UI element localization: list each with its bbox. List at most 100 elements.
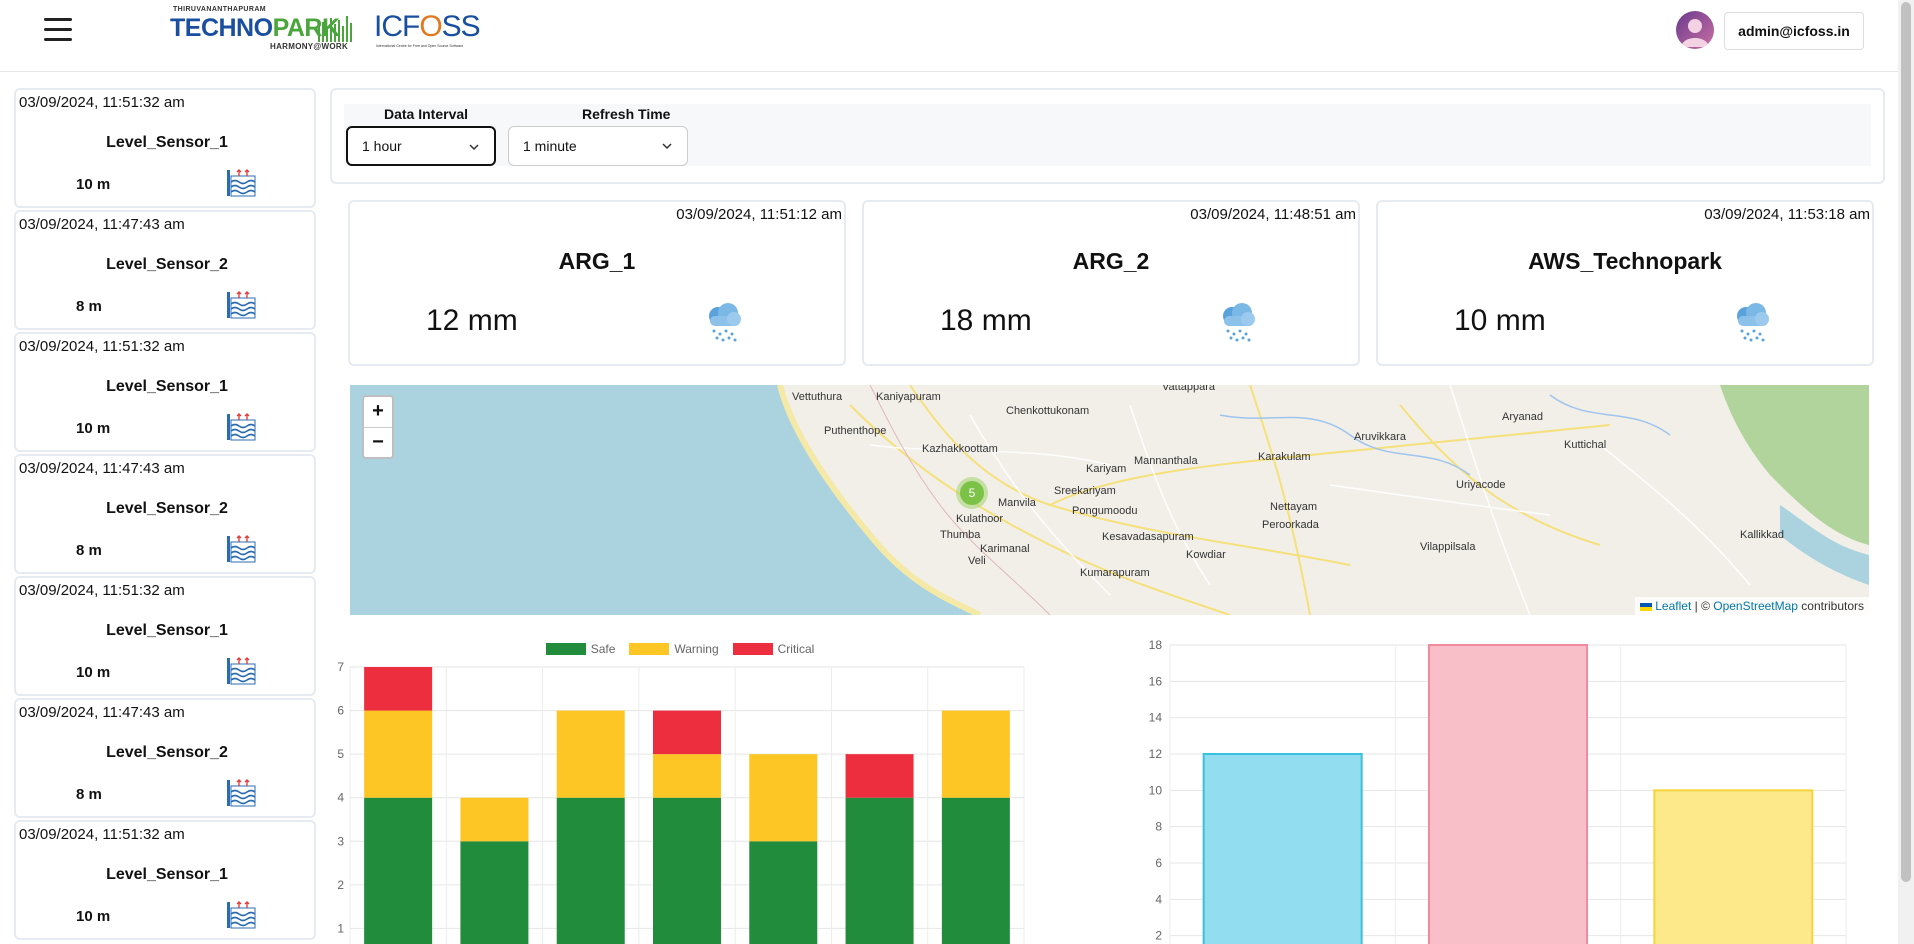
- scrollbar-thumb[interactable]: [1901, 2, 1911, 882]
- map-place-label: Kallikkad: [1740, 529, 1785, 541]
- map-place-label: Aruvikkara: [1354, 431, 1406, 443]
- sensor-timestamp: 03/09/2024, 11:47:43 am: [19, 216, 185, 233]
- bar-segment-critical[interactable]: [845, 754, 914, 798]
- map-place-label: Vilappilsala: [1420, 541, 1476, 553]
- sensor-timestamp: 03/09/2024, 11:51:32 am: [19, 826, 185, 843]
- bar-segment-warning[interactable]: [460, 797, 529, 842]
- zoom-in-button[interactable]: +: [364, 397, 392, 427]
- bar-segment-safe[interactable]: [749, 841, 818, 944]
- level-sensor-card[interactable]: 03/09/2024, 11:47:43 am Level_Sensor_2 8 m: [14, 698, 316, 818]
- map-place-label: Manvila: [998, 497, 1036, 509]
- sensor-name: Level_Sensor_1: [106, 866, 228, 883]
- leaflet-link[interactable]: Leaflet: [1655, 599, 1691, 613]
- sensor-level-value: 8 m: [76, 298, 102, 315]
- bar-segment-safe[interactable]: [364, 797, 433, 944]
- bar-segment-critical[interactable]: [653, 710, 721, 755]
- y-tick-label: 18: [1149, 638, 1163, 652]
- map-marker-cluster[interactable]: 5: [956, 477, 988, 509]
- rain-cloud-icon: [1737, 303, 1769, 342]
- controls-inner: Data Interval 1 hour Refresh Time 1 minu…: [344, 104, 1871, 166]
- bar-segment-critical[interactable]: [364, 667, 433, 711]
- icfoss-logo: ICFOSS International Centre for Free and…: [374, 10, 481, 49]
- sensor-name: Level_Sensor_1: [106, 378, 228, 395]
- bar-segment-safe[interactable]: [653, 797, 721, 944]
- controls-panel: Data Interval 1 hour Refresh Time 1 minu…: [330, 88, 1885, 184]
- user-account-button[interactable]: admin@icfoss.in: [1724, 12, 1864, 50]
- y-tick-label: 3: [337, 834, 344, 848]
- chart-legend: Safe Warning Critical: [330, 642, 1030, 656]
- map-place-label: Kaniyapuram: [876, 391, 941, 403]
- map-place-label: Mannanthala: [1134, 455, 1198, 467]
- rainfall-bar[interactable]: [1428, 644, 1588, 944]
- refresh-time-select[interactable]: 1 minute: [508, 126, 688, 166]
- map-place-label: Kazhakkoottam: [922, 443, 998, 455]
- legend-swatch: [629, 643, 670, 655]
- legend-item[interactable]: Warning: [629, 642, 719, 656]
- map-place-label: Karimanal: [980, 543, 1030, 555]
- level-sensor-card[interactable]: 03/09/2024, 11:51:32 am Level_Sensor_1 10 …: [14, 332, 316, 452]
- sensor-name: Level_Sensor_2: [106, 500, 228, 517]
- y-tick-label: 14: [1149, 711, 1163, 725]
- rain-gauge-card[interactable]: 03/09/2024, 11:48:51 am ARG_2 18 mm: [862, 200, 1360, 366]
- water-level-icon: [227, 657, 256, 685]
- rain-cloud-icon: [709, 303, 741, 342]
- bar-segment-warning[interactable]: [941, 710, 1010, 798]
- water-level-icon: [227, 291, 256, 319]
- bar-segment-safe[interactable]: [460, 841, 529, 944]
- y-tick-label: 1: [337, 921, 344, 935]
- avatar[interactable]: [1676, 11, 1714, 49]
- rainfall-value: 12 mm: [426, 304, 518, 337]
- sensor-level-value: 10 m: [76, 420, 111, 437]
- page-scrollbar[interactable]: [1898, 0, 1914, 944]
- bar-segment-safe[interactable]: [941, 797, 1010, 944]
- zoom-out-button[interactable]: −: [364, 427, 392, 457]
- bar-segment-warning[interactable]: [556, 710, 625, 798]
- legend-swatch: [545, 643, 586, 655]
- sensor-timestamp: 03/09/2024, 11:47:43 am: [19, 704, 185, 721]
- map-view[interactable]: + − Vettuthura Kaniyapuram Vattappara Chenk…: [350, 385, 1869, 615]
- map-attribution: Leaflet | © OpenStreetMap contributors: [1634, 597, 1869, 615]
- sensor-timestamp: 03/09/2024, 11:47:43 am: [19, 460, 185, 477]
- rain-gauge-card[interactable]: 03/09/2024, 11:51:12 am ARG_1 12 mm: [348, 200, 846, 366]
- y-tick-label: 4: [337, 791, 344, 805]
- map-place-label: Kariyam: [1086, 463, 1127, 475]
- water-level-icon: [227, 901, 256, 929]
- map-place-label: Karakulam: [1258, 451, 1311, 463]
- level-sensor-card[interactable]: 03/09/2024, 11:47:43 am Level_Sensor_2 8 m: [14, 454, 316, 574]
- water-level-icon: [227, 535, 256, 563]
- legend-label: Safe: [590, 642, 616, 656]
- y-tick-label: 6: [1155, 856, 1162, 870]
- app-root: THIRUVANANTHAPURAM TECHNOPARK HARMONY@WO…: [0, 0, 1914, 944]
- openstreetmap-link[interactable]: OpenStreetMap: [1713, 599, 1798, 613]
- level-sensor-card[interactable]: 03/09/2024, 11:51:32 am Level_Sensor_1 10 …: [14, 820, 316, 940]
- map-place-label: Sreekariyam: [1054, 485, 1116, 497]
- map-place-label: Kumarapuram: [1080, 567, 1150, 579]
- rain-gauge-card[interactable]: 03/09/2024, 11:53:18 am AWS_Technopark 10 …: [1376, 200, 1874, 366]
- y-tick-label: 2: [1155, 929, 1162, 943]
- bar-segment-warning[interactable]: [364, 710, 433, 798]
- map-place-label: Kuttichal: [1564, 439, 1607, 451]
- bar-segment-warning[interactable]: [749, 754, 818, 842]
- rainfall-bar[interactable]: [1653, 789, 1814, 944]
- level-sensor-card[interactable]: 03/09/2024, 11:51:32 am Level_Sensor_1 10 …: [14, 88, 316, 208]
- chevron-down-icon: [469, 144, 479, 151]
- stacked-bar-chart-svg: 1 2 3 4 5 6 7: [337, 660, 1025, 944]
- bar-segment-safe[interactable]: [556, 797, 625, 944]
- level-sensor-card[interactable]: 03/09/2024, 11:51:32 am Level_Sensor_1 10 …: [14, 576, 316, 696]
- map-zoom-control: + −: [362, 395, 394, 459]
- y-tick-label: 5: [337, 747, 344, 761]
- rainfall-value: 10 mm: [1454, 304, 1546, 337]
- map-place-label: Vattappara: [1162, 385, 1216, 393]
- legend-item[interactable]: Safe: [545, 642, 616, 656]
- legend-item[interactable]: Critical: [732, 642, 814, 656]
- menu-icon[interactable]: [44, 18, 72, 42]
- level-sensor-card[interactable]: 03/09/2024, 11:47:43 am Level_Sensor_2 8 m: [14, 210, 316, 330]
- rainfall-bar[interactable]: [1202, 753, 1363, 944]
- top-header: THIRUVANANTHAPURAM TECHNOPARK HARMONY@WO…: [0, 0, 1914, 72]
- bar-segment-safe[interactable]: [845, 797, 914, 944]
- legend-swatch: [732, 643, 773, 655]
- bar-segment-warning[interactable]: [653, 754, 721, 798]
- sensor-level-value: 10 m: [76, 176, 111, 193]
- sensor-name: Level_Sensor_2: [106, 256, 228, 273]
- data-interval-select[interactable]: 1 hour: [346, 126, 496, 166]
